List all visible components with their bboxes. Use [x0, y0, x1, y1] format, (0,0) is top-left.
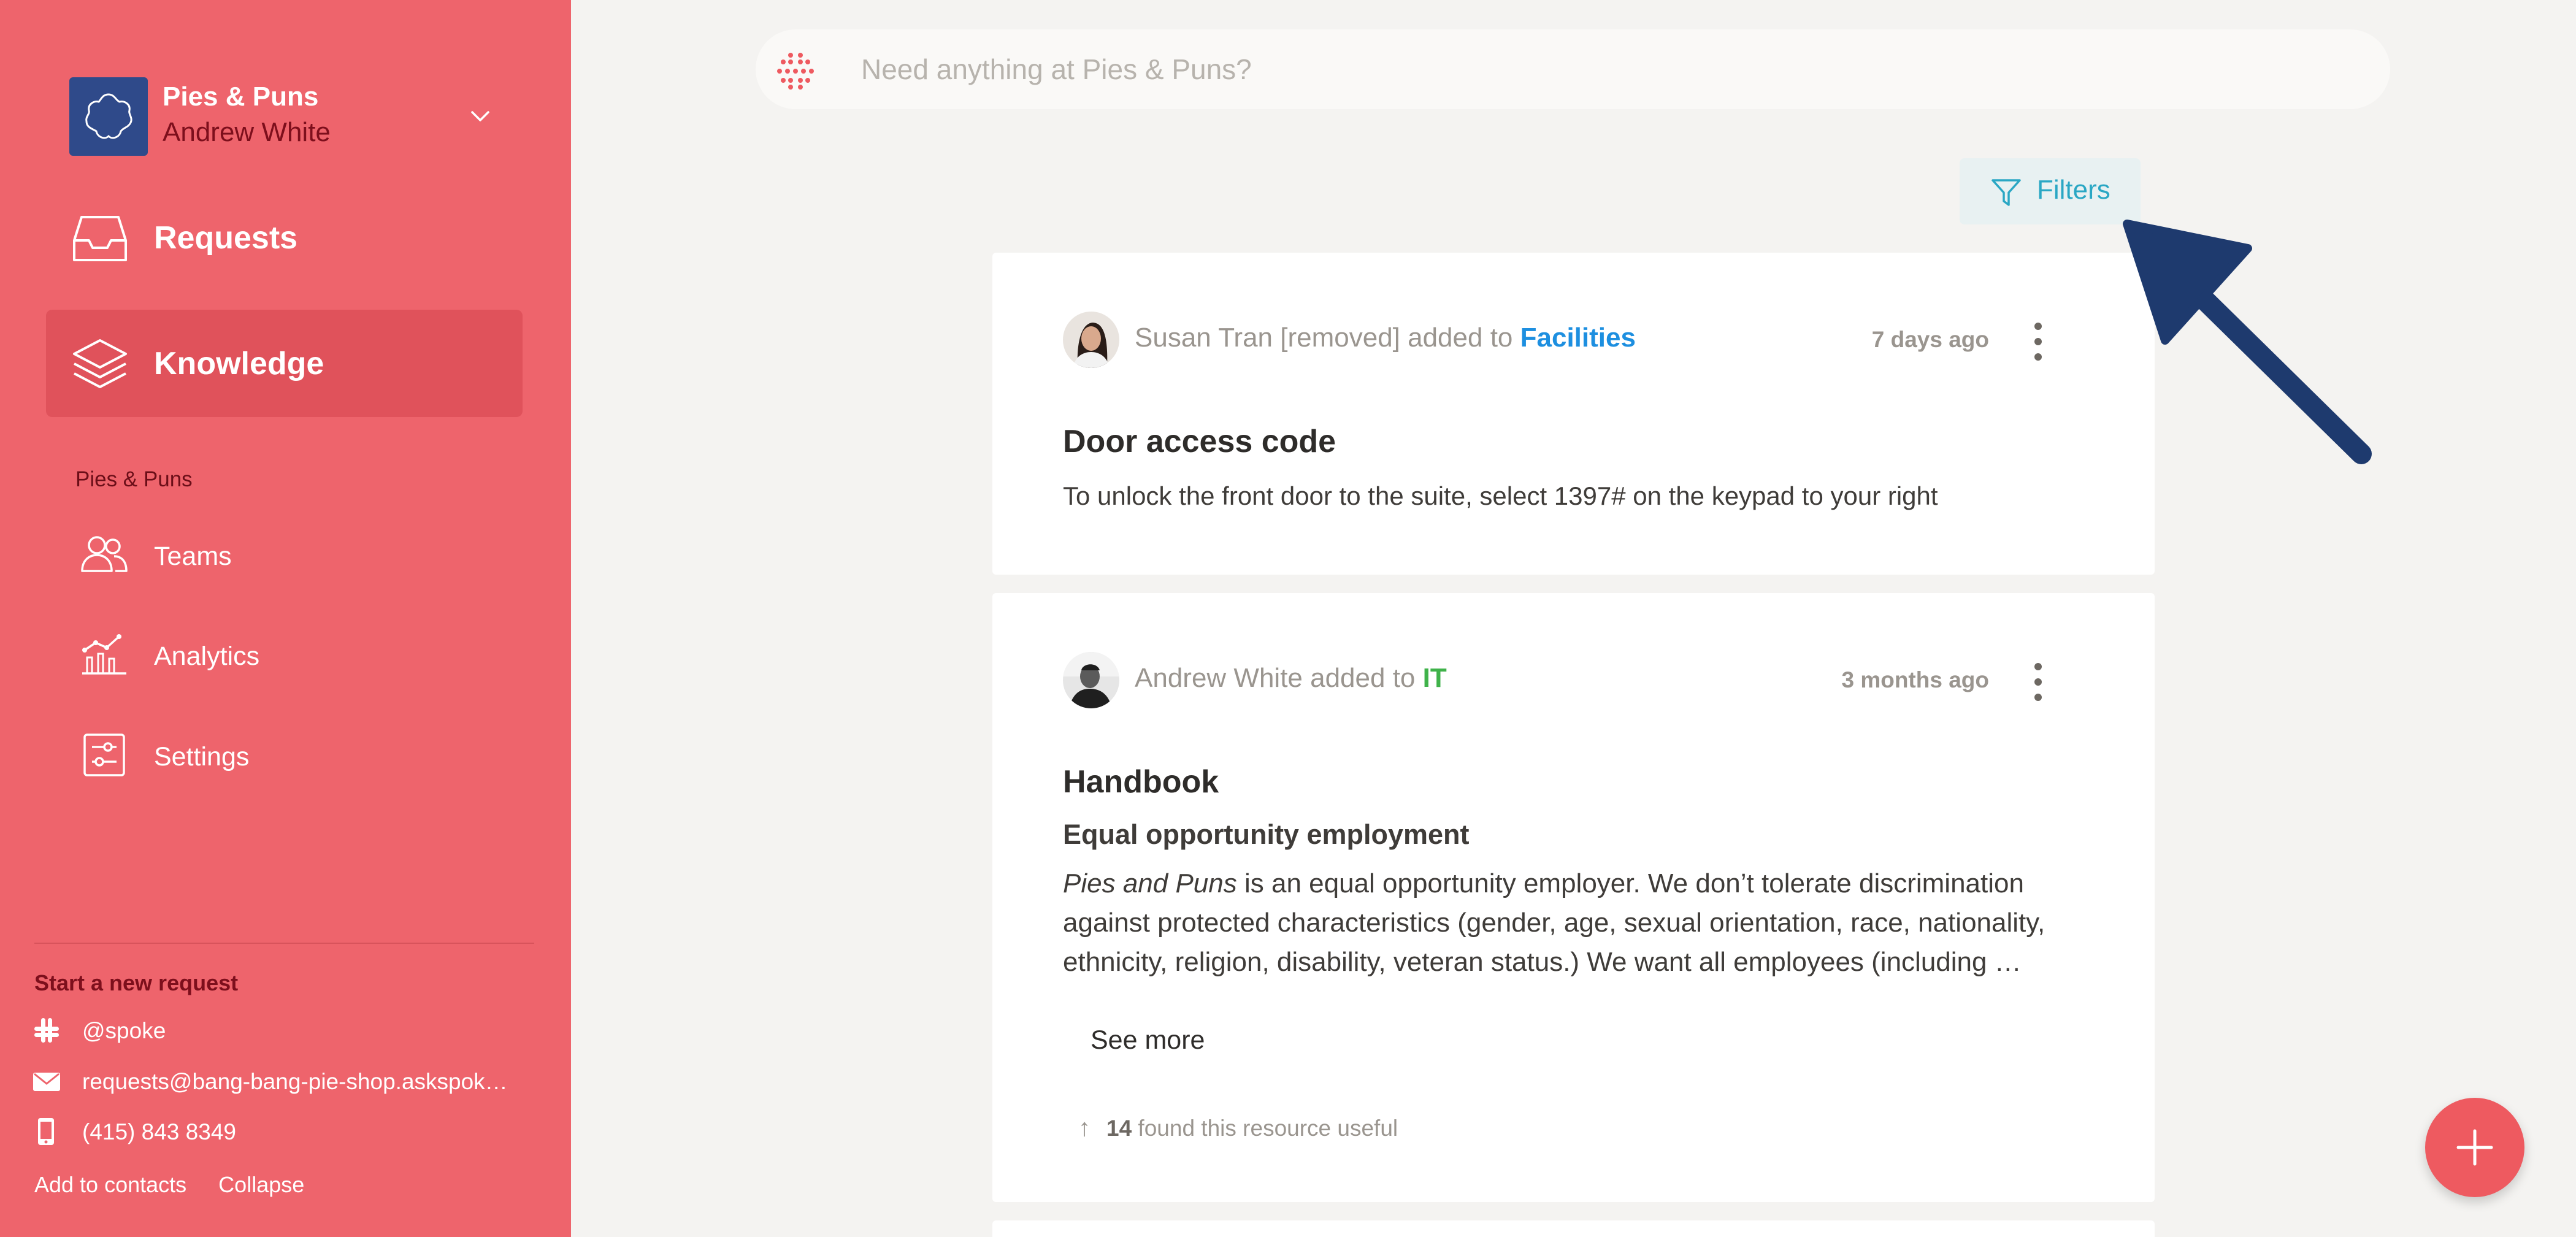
inbox-tray-icon — [73, 216, 127, 261]
paragraph-line: against protected characteristics (gende… — [1063, 908, 2045, 938]
see-more-button[interactable]: See more — [1091, 1025, 1205, 1055]
nav-teams[interactable]: Teams — [74, 519, 503, 587]
org-logo — [69, 77, 148, 156]
email-contact[interactable]: requests@bang-bang-pie-shop.askspok… — [32, 1063, 535, 1100]
org-user-name: Andrew White — [163, 117, 331, 147]
phone-icon — [38, 1118, 54, 1145]
card-author[interactable]: Andrew White — [1135, 663, 1303, 693]
paragraph-line: ethnicity, religion, disability, veteran… — [1063, 947, 2022, 977]
avatar — [1063, 312, 1119, 368]
nav-knowledge[interactable]: Knowledge — [46, 310, 523, 417]
sidebar-divider — [34, 943, 534, 944]
card-title[interactable]: Door access code — [1063, 423, 1336, 460]
mail-icon — [33, 1073, 60, 1091]
more-options-icon[interactable] — [2029, 320, 2047, 363]
search-input[interactable] — [861, 45, 2333, 94]
new-request-heading: Start a new request — [34, 970, 239, 995]
card-action-text: added to — [1400, 323, 1520, 353]
knowledge-card[interactable]: Andrew White added to IT 3 months ago Ha… — [992, 593, 2155, 1202]
paragraph-line: Pies and Puns is an equal opportunity em… — [1063, 864, 2106, 903]
card-subheading: Equal opportunity employment — [1063, 819, 1470, 850]
arrow-up-icon[interactable]: ↑ — [1078, 1114, 1091, 1142]
workspace-section-label: Pies & Puns — [75, 467, 193, 491]
paragraph-text: is an equal opportunity employer. We don… — [1236, 868, 2024, 898]
card-action-text: added to — [1302, 663, 1423, 693]
org-switcher[interactable]: Pies & Puns Andrew White — [69, 75, 529, 156]
card-paragraph: Pies and Puns is an equal opportunity em… — [1063, 864, 2106, 982]
nav-analytics-label: Analytics — [154, 641, 260, 671]
card-meta: Susan Tran [removed] added to Facilities — [1135, 323, 1636, 353]
collapse-link[interactable]: Collapse — [218, 1172, 304, 1197]
card-author[interactable]: Susan Tran [removed] — [1135, 323, 1400, 353]
slack-contact[interactable]: @spoke — [32, 1012, 535, 1049]
search-bar[interactable] — [756, 29, 2390, 109]
add-to-contacts-link[interactable]: Add to contacts — [34, 1172, 186, 1197]
slack-handle: @spoke — [82, 1018, 166, 1043]
people-icon — [81, 536, 128, 572]
chevron-down-icon[interactable] — [465, 101, 496, 132]
user-photo-icon — [1063, 652, 1119, 708]
request-email: requests@bang-bang-pie-shop.askspok… — [82, 1069, 508, 1094]
user-photo-icon — [1063, 312, 1119, 368]
dotted-logo-icon — [777, 53, 814, 90]
nav-teams-label: Teams — [154, 542, 232, 571]
slack-icon — [34, 1018, 59, 1043]
nav-analytics[interactable]: Analytics — [74, 619, 503, 687]
company-name-italic: Pies and Puns — [1063, 868, 1237, 898]
filters-label: Filters — [2037, 175, 2110, 205]
nav-settings-label: Settings — [154, 742, 250, 772]
knowledge-card[interactable] — [992, 1220, 2155, 1237]
card-timestamp: 7 days ago — [1871, 327, 1989, 352]
sidebar: Pies & Puns Andrew White Requests Knowle… — [0, 0, 571, 1237]
nav-knowledge-label: Knowledge — [154, 346, 324, 381]
phone-contact[interactable]: (415) 843 8349 — [32, 1113, 535, 1150]
annotation-arrow-icon — [2123, 220, 2372, 464]
flower-logo-icon — [85, 93, 132, 139]
card-team-link[interactable]: Facilities — [1520, 323, 1636, 353]
useful-number: 14 — [1106, 1116, 1132, 1141]
nav-requests[interactable]: Requests — [46, 184, 523, 291]
plus-icon — [2456, 1129, 2493, 1166]
nav-settings[interactable]: Settings — [74, 720, 503, 787]
knowledge-card[interactable]: Susan Tran [removed] added to Facilities… — [992, 253, 2155, 575]
card-body: To unlock the front door to the suite, s… — [1063, 481, 1938, 510]
more-options-icon[interactable] — [2029, 661, 2047, 703]
card-team-link[interactable]: IT — [1423, 663, 1447, 693]
card-timestamp: 3 months ago — [1841, 667, 1989, 692]
chart-icon — [82, 634, 126, 675]
org-name: Pies & Puns — [163, 82, 319, 112]
sidebar-footer: Add to contacts Collapse — [34, 1172, 330, 1198]
card-meta: Andrew White added to IT — [1135, 663, 1447, 694]
useful-count: ↑ 14 found this resource useful — [1078, 1114, 1398, 1142]
avatar — [1063, 652, 1119, 708]
nav-requests-label: Requests — [154, 220, 298, 256]
sliders-icon — [83, 733, 125, 776]
layers-icon — [73, 339, 127, 388]
useful-text: found this resource useful — [1132, 1116, 1398, 1141]
card-title[interactable]: Handbook — [1063, 764, 1219, 800]
phone-number: (415) 843 8349 — [82, 1119, 236, 1144]
funnel-icon — [1991, 179, 2021, 206]
add-button[interactable] — [2425, 1098, 2524, 1197]
